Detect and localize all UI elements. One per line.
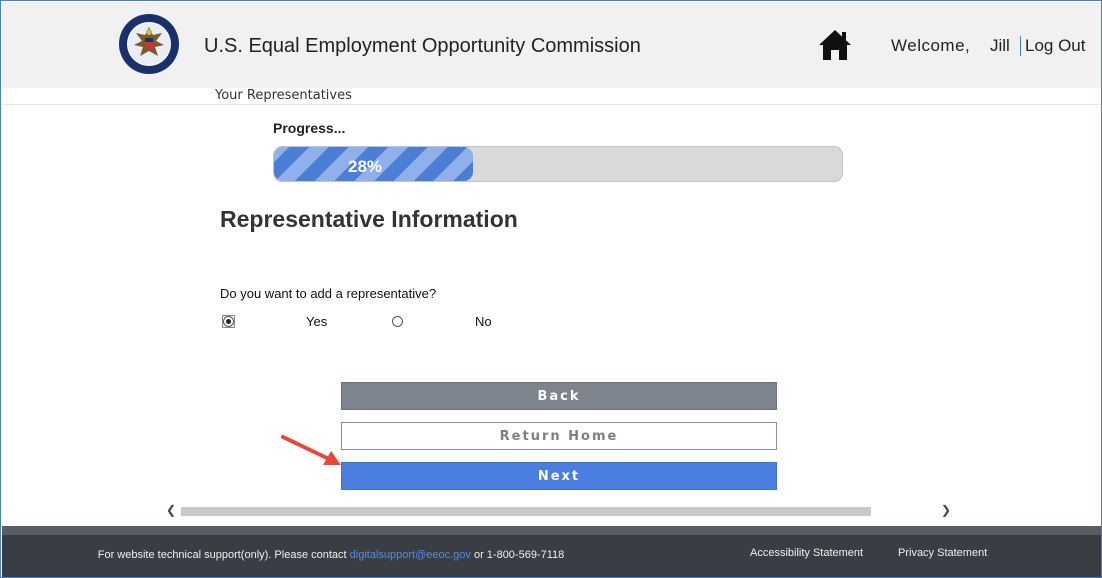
- radio-yes[interactable]: [223, 316, 234, 327]
- app-window: U.S. Equal Employment Opportunity Commis…: [0, 0, 1102, 578]
- header-divider: [1020, 36, 1021, 56]
- progress-percent: 28%: [348, 157, 383, 176]
- accessibility-statement-link[interactable]: Accessibility Statement: [750, 547, 863, 559]
- scroll-left-arrow-icon[interactable]: ❮: [161, 503, 181, 517]
- breadcrumb-bar: [2, 88, 1101, 105]
- support-email-link[interactable]: digitalsupport@eeoc.gov: [350, 549, 471, 561]
- footer-divider: [2, 526, 1101, 535]
- return-home-button[interactable]: Return Home: [341, 422, 777, 450]
- support-prefix: For website technical support(only). Ple…: [97, 549, 347, 561]
- section-heading: Representative Information: [220, 206, 518, 232]
- site-title: U.S. Equal Employment Opportunity Commis…: [204, 35, 641, 57]
- radio-no-label: No: [475, 314, 492, 329]
- privacy-statement-link[interactable]: Privacy Statement: [898, 547, 987, 559]
- breadcrumb: Your Representatives: [215, 88, 352, 103]
- welcome-text: Welcome,: [891, 36, 971, 55]
- next-button[interactable]: Next: [341, 462, 777, 490]
- annotation-arrow-icon: [281, 435, 341, 465]
- scroll-right-arrow-icon[interactable]: ❯: [936, 503, 956, 517]
- horizontal-scrollbar[interactable]: ❮ ❯: [161, 503, 961, 517]
- user-name: Jill: [990, 36, 1010, 55]
- radio-yes-label: Yes: [306, 314, 328, 329]
- back-button[interactable]: Back: [341, 382, 777, 410]
- representative-question: Do you want to add a representative?: [220, 286, 437, 301]
- progress-label: Progress...: [273, 120, 346, 136]
- logout-link[interactable]: Log Out: [1025, 36, 1086, 56]
- home-icon[interactable]: [817, 27, 853, 63]
- support-phone: or 1-800-569-7118: [473, 549, 565, 561]
- scrollbar-thumb[interactable]: [181, 507, 871, 516]
- radio-no[interactable]: [392, 316, 403, 327]
- eeoc-seal-logo: [119, 14, 179, 74]
- support-text: For website technical support(only). Ple…: [96, 547, 566, 563]
